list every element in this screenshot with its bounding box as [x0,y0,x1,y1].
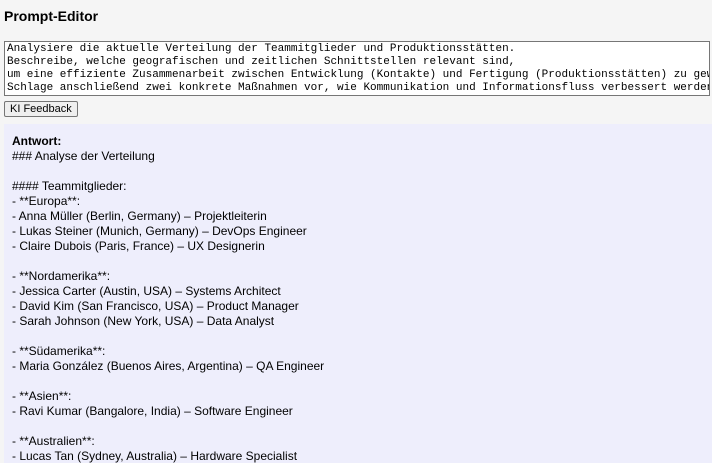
answer-line: - **Südamerika**: [12,344,106,358]
answer-line: - David Kim (San Francisco, USA) – Produ… [12,299,299,313]
answer-line: - Anna Müller (Berlin, Germany) – Projek… [12,209,267,223]
answer-line: ### Analyse der Verteilung [12,149,155,163]
answer-line: - Jessica Carter (Austin, USA) – Systems… [12,284,281,298]
answer-line [12,164,704,179]
answer-line: - Ravi Kumar (Bangalore, India) – Softwa… [12,404,293,418]
answer-line: #### Teammitglieder: [12,179,127,193]
answer-line [12,254,704,269]
answer-line: - **Europa**: [12,194,81,208]
answer-line: - Sarah Johnson (New York, USA) – Data A… [12,314,275,328]
answer-line: - Claire Dubois (Paris, France) – UX Des… [12,239,265,253]
answer-line [12,374,704,389]
ki-feedback-button[interactable]: KI Feedback [4,101,78,117]
page-title: Prompt-Editor [4,8,99,24]
answer-line: - Lukas Steiner (Munich, Germany) – DevO… [12,224,307,238]
answer-line: - Lucas Tan (Sydney, Australia) – Hardwa… [12,449,298,463]
prompt-editor-page: Prompt-Editor Analysiere die aktuelle Ve… [0,0,712,463]
answer-panel: Antwort: ### Analyse der Verteilung ####… [4,124,712,463]
prompt-textarea[interactable]: Analysiere die aktuelle Verteilung der T… [4,41,710,96]
answer-line: - Maria González (Buenos Aires, Argentin… [12,359,325,373]
answer-heading: Antwort: [12,134,62,148]
answer-line: - **Australien**: [12,434,95,448]
answer-line [12,329,704,344]
answer-line: - **Asien**: [12,389,72,403]
answer-line [12,419,704,434]
answer-line: - **Nordamerika**: [12,269,111,283]
